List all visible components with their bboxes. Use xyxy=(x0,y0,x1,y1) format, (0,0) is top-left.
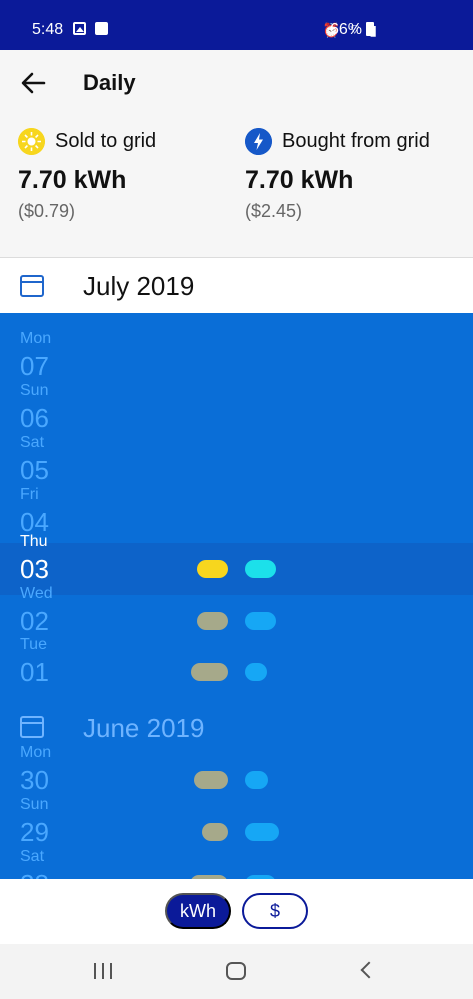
bought-money: ($2.45) xyxy=(245,201,303,221)
status-bar: 5:48 ⏰ ⌔ ▮ 66% xyxy=(0,0,473,50)
bought-bar xyxy=(245,612,276,630)
sun-icon xyxy=(18,128,45,155)
daily-list[interactable]: Mon 07 Sun 06 Sat 05 Fri 04 Thu 03 Wed 0… xyxy=(0,313,473,879)
day-number: 07 xyxy=(20,351,49,381)
day-of-week: Sat xyxy=(20,434,45,451)
bought-bar xyxy=(245,560,276,578)
day-number: 28 xyxy=(20,869,49,879)
day-number: 01 xyxy=(20,657,49,687)
day-number: 03 xyxy=(20,554,49,584)
day-of-week: Sat xyxy=(20,848,45,865)
sold-label: Sold to grid xyxy=(55,130,157,152)
kwh-toggle-button[interactable]: kWh xyxy=(165,893,231,929)
day-row-28[interactable]: Sat 28 xyxy=(0,848,473,879)
day-of-week: Thu xyxy=(20,533,48,550)
day-of-week: Tue xyxy=(20,636,47,653)
day-number: 06 xyxy=(20,403,49,433)
battery-text: 66% xyxy=(330,21,363,38)
sold-money: ($0.79) xyxy=(18,201,76,221)
day-row-30[interactable]: Mon 30 xyxy=(0,744,473,806)
sold-bar xyxy=(197,560,228,578)
day-number: 30 xyxy=(20,765,49,795)
month-divider: June 2019 xyxy=(0,701,473,753)
calendar-icon xyxy=(20,716,44,738)
bought-value: 7.70 kWh xyxy=(245,166,354,194)
day-of-week: Sun xyxy=(20,796,49,813)
android-nav-bar xyxy=(0,944,473,999)
month-header: July 2019 xyxy=(0,258,473,313)
day-row-02[interactable]: Wed 02 xyxy=(0,585,473,647)
day-number: 02 xyxy=(20,606,49,636)
back-arrow-icon[interactable] xyxy=(20,70,46,96)
day-row-06[interactable]: Sun 06 xyxy=(0,382,473,444)
day-of-week: Fri xyxy=(20,486,39,503)
check-icon xyxy=(95,22,108,35)
day-row-29[interactable]: Sun 29 xyxy=(0,796,473,858)
dollar-toggle-button[interactable]: $ xyxy=(242,893,308,929)
bought-bar xyxy=(245,823,279,841)
day-of-week: Mon xyxy=(20,330,52,347)
back-icon[interactable] xyxy=(360,961,378,979)
day-row-07[interactable]: Mon 07 xyxy=(0,330,473,392)
month-label: June 2019 xyxy=(83,713,205,743)
sold-bar xyxy=(197,612,228,630)
month-label: July 2019 xyxy=(83,271,195,301)
day-of-week: Mon xyxy=(20,744,52,761)
day-number: 05 xyxy=(20,455,49,485)
bought-bar xyxy=(245,663,267,681)
unit-toggle: kWh $ xyxy=(0,879,473,944)
day-of-week: Sun xyxy=(20,382,49,399)
day-row-03[interactable]: Thu 03 xyxy=(0,533,473,595)
day-row-01[interactable]: Tue 01 xyxy=(0,636,473,698)
calendar-icon xyxy=(20,275,44,297)
bought-label: Bought from grid xyxy=(282,130,430,152)
sold-value: 7.70 kWh xyxy=(18,166,127,194)
battery-icon xyxy=(366,22,374,36)
notification-icons xyxy=(73,22,108,35)
sold-bar xyxy=(191,663,228,681)
day-row-05[interactable]: Sat 05 xyxy=(0,434,473,496)
status-time: 5:48 xyxy=(32,21,64,38)
sold-bar xyxy=(194,771,228,789)
header: Daily Sold to grid 7.70 kWh ($0.79) Boug… xyxy=(0,50,473,258)
day-number: 29 xyxy=(20,817,49,847)
page-title: Daily xyxy=(83,70,136,95)
day-of-week: Wed xyxy=(20,585,53,602)
gallery-icon xyxy=(73,22,86,35)
home-icon[interactable] xyxy=(226,962,246,980)
bought-bar xyxy=(245,771,268,789)
lightning-icon xyxy=(245,128,272,155)
sold-bar xyxy=(202,823,228,841)
day-row-04[interactable]: Fri 04 xyxy=(0,486,473,548)
recent-apps-icon[interactable] xyxy=(94,963,112,979)
